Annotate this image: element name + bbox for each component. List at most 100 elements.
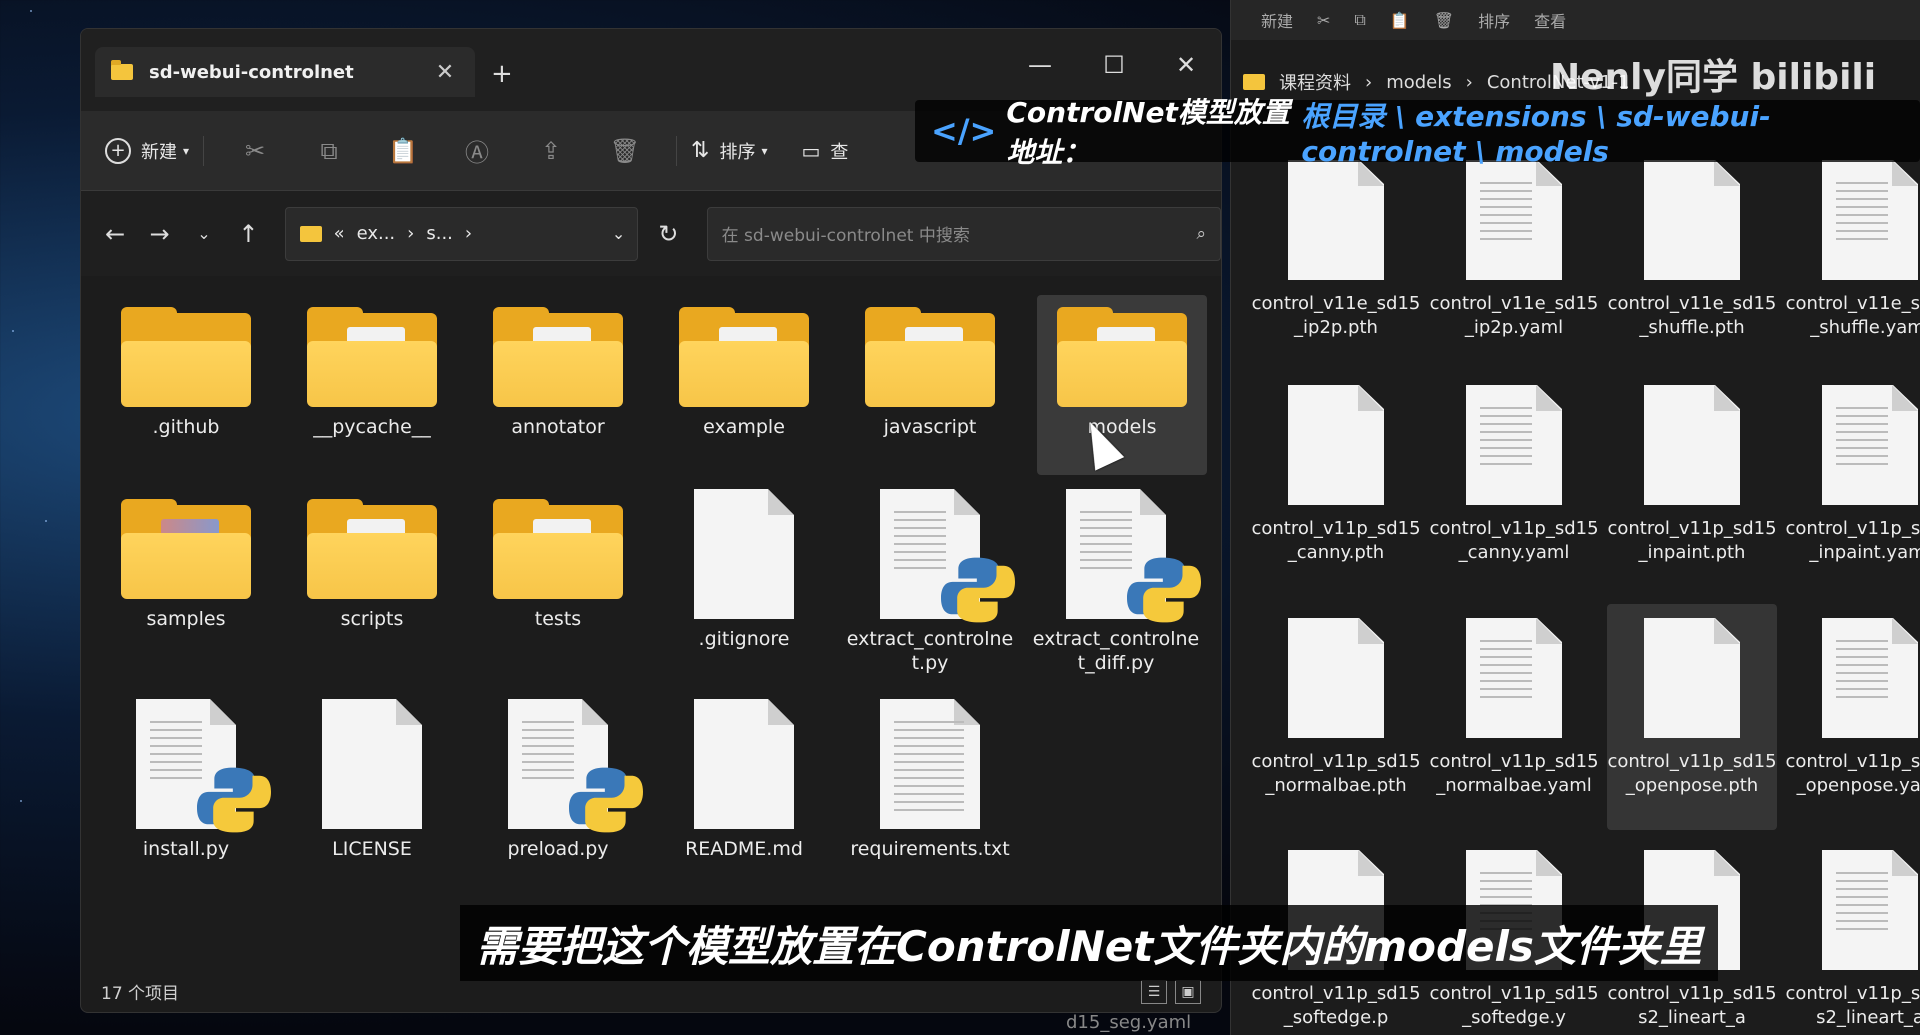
- folder-item[interactable]: example: [659, 307, 829, 439]
- python-logo-icon: [197, 767, 271, 833]
- file-icon: [1644, 160, 1740, 280]
- paste-icon[interactable]: 📋: [1390, 11, 1410, 30]
- file-item[interactable]: control_v11p_sd15_openpose.yaml: [1785, 618, 1920, 798]
- partial-file-label: d15_seg.yaml: [1066, 1012, 1192, 1033]
- file-icon: [1644, 385, 1740, 505]
- file-item[interactable]: control_v11p_sd15_canny.yaml: [1429, 385, 1599, 565]
- copy-icon[interactable]: ⧉: [1354, 10, 1365, 30]
- file-icon: [1822, 850, 1918, 970]
- file-item[interactable]: .gitignore: [659, 489, 829, 651]
- cut-icon[interactable]: ✂: [1317, 11, 1330, 30]
- item-label: install.py: [142, 838, 230, 860]
- view-button[interactable]: ▭ 查: [802, 127, 849, 175]
- instruction-banner: </> ControlNet模型放置地址： 根目录 \ extensions \…: [915, 96, 1920, 169]
- file-item[interactable]: control_v11e_sd15_shuffle.yaml: [1785, 160, 1920, 340]
- view-button-label: 查: [830, 141, 849, 163]
- file-item[interactable]: control_v11e_sd15_ip2p.yaml: [1429, 160, 1599, 340]
- search-placeholder: 在 sd-webui-controlnet 中搜索: [721, 226, 970, 246]
- file-item[interactable]: install.py: [101, 699, 271, 861]
- new-tab-button[interactable]: +: [491, 59, 513, 89]
- breadcrumb-segment[interactable]: models: [1386, 72, 1451, 93]
- file-item[interactable]: control_v11p_sd15_inpaint.pth: [1607, 385, 1777, 565]
- file-item[interactable]: control_v11p_sd15_canny.pth: [1251, 385, 1421, 565]
- item-label: requirements.txt: [850, 838, 1010, 860]
- sort-button[interactable]: 排序: [1478, 8, 1510, 32]
- details-view-icon[interactable]: ☰: [1141, 980, 1167, 1004]
- up-arrow-icon[interactable]: ↑: [226, 211, 270, 257]
- item-label: control_v11p_sd15_softedge.p: [1251, 983, 1421, 1028]
- new-button[interactable]: 新建: [1261, 8, 1293, 32]
- view-button[interactable]: 查看: [1534, 8, 1566, 32]
- search-input[interactable]: 在 sd-webui-controlnet 中搜索 ⌕: [706, 206, 1221, 261]
- item-label: control_v11e_sd15_shuffle.yaml: [1785, 293, 1920, 338]
- new-button-label: 新建: [141, 141, 177, 163]
- item-label: control_v11p_sd15_normalbae.yaml: [1429, 751, 1599, 796]
- file-item[interactable]: extract_controlnet_diff.py: [1031, 489, 1201, 675]
- file-item-hovered[interactable]: control_v11p_sd15_openpose.pth: [1607, 604, 1777, 830]
- folder-icon: [679, 307, 809, 407]
- file-item[interactable]: control_v11p_sd15s2_lineart_a: [1785, 850, 1920, 1030]
- delete-icon[interactable]: 🗑: [588, 127, 662, 175]
- file-item[interactable]: control_v11p_sd15_normalbae.pth: [1251, 618, 1421, 798]
- file-item[interactable]: LICENSE: [287, 699, 457, 861]
- file-item[interactable]: control_v11p_sd15_normalbae.yaml: [1429, 618, 1599, 798]
- paste-icon[interactable]: 📋: [366, 127, 440, 175]
- item-label: javascript: [883, 416, 977, 438]
- item-label: control_v11p_sd15_softedge.y: [1429, 983, 1599, 1028]
- cut-icon[interactable]: ✂: [218, 127, 292, 175]
- file-icon: [694, 489, 794, 619]
- folder-item[interactable]: samples: [101, 499, 271, 631]
- refresh-icon[interactable]: ↻: [646, 211, 690, 257]
- file-icon: [1288, 160, 1384, 280]
- breadcrumb-segment[interactable]: ex...: [357, 223, 396, 244]
- item-label: models: [1087, 416, 1157, 438]
- folder-item[interactable]: scripts: [287, 499, 457, 631]
- folder-item[interactable]: .github: [101, 307, 271, 439]
- folder-item[interactable]: javascript: [845, 307, 1015, 439]
- breadcrumb-segment[interactable]: s...: [426, 223, 453, 244]
- folder-item-models[interactable]: models: [1037, 295, 1207, 475]
- tab-close-icon[interactable]: ✕: [431, 60, 459, 85]
- folder-item[interactable]: annotator: [473, 307, 643, 439]
- share-icon[interactable]: ⇪: [514, 127, 588, 175]
- divider: [676, 135, 678, 166]
- item-label: control_v11p_sd15_openpose.pth: [1607, 751, 1777, 796]
- file-item[interactable]: control_v11e_sd15_ip2p.pth: [1251, 160, 1421, 340]
- item-label: scripts: [340, 608, 404, 630]
- item-label: README.md: [685, 838, 803, 860]
- chevron-down-icon: ▾: [761, 143, 768, 158]
- banner-prefix: ControlNet模型放置地址：: [1006, 96, 1290, 169]
- tab-title: sd-webui-controlnet: [149, 61, 354, 83]
- rename-icon[interactable]: Ⓐ: [440, 127, 514, 175]
- file-item[interactable]: README.md: [659, 699, 829, 861]
- delete-icon[interactable]: 🗑: [1434, 11, 1454, 30]
- back-arrow-icon[interactable]: ←: [93, 211, 137, 257]
- copy-icon[interactable]: ⧉: [292, 127, 366, 175]
- maximize-button[interactable]: ☐: [1089, 51, 1139, 79]
- minimize-button[interactable]: —: [1015, 51, 1065, 79]
- banner-path: 根目录 \ extensions \ sd-webui-controlnet \…: [1301, 99, 1771, 168]
- close-window-button[interactable]: ✕: [1161, 51, 1211, 79]
- address-dropdown-icon[interactable]: ⌄: [612, 224, 625, 243]
- recent-locations-chevron-icon[interactable]: ⌄: [182, 211, 226, 257]
- forward-arrow-icon[interactable]: →: [137, 211, 181, 257]
- file-item[interactable]: requirements.txt: [845, 699, 1015, 861]
- folder-icon: [493, 499, 623, 599]
- item-label: control_v11p_sd15s2_lineart_a: [1785, 983, 1920, 1028]
- file-item[interactable]: control_v11p_sd15_inpaint.yaml: [1785, 385, 1920, 565]
- tiles-view-icon[interactable]: ▣: [1175, 980, 1201, 1004]
- file-item[interactable]: control_v11e_sd15_shuffle.pth: [1607, 160, 1777, 340]
- python-logo-icon: [1127, 557, 1201, 623]
- new-button[interactable]: + 新建 ▾: [105, 127, 189, 175]
- item-label: control_v11e_sd15_shuffle.pth: [1607, 293, 1777, 338]
- tab-sd-webui-controlnet[interactable]: sd-webui-controlnet ✕: [95, 47, 475, 97]
- folder-item[interactable]: tests: [473, 499, 643, 631]
- view-toggle: ☰ ▣: [1141, 980, 1201, 1004]
- folder-item[interactable]: __pycache__: [287, 307, 457, 439]
- address-bar[interactable]: « ex... › s... › ⌄: [284, 206, 639, 261]
- file-item[interactable]: extract_controlnet.py: [845, 489, 1015, 675]
- sort-button[interactable]: ⇅ 排序 ▾: [691, 127, 767, 175]
- file-item[interactable]: preload.py: [473, 699, 643, 861]
- sort-button-label: 排序: [719, 141, 756, 163]
- file-icon: [1288, 385, 1384, 505]
